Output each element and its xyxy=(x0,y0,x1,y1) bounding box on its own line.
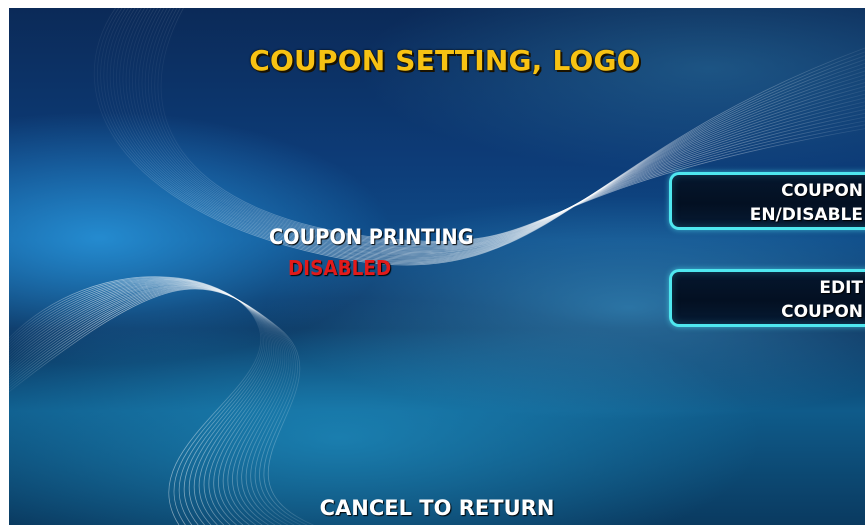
coupon-printing-label: COUPON PRINTING xyxy=(269,225,474,249)
wave-line xyxy=(9,279,269,525)
cancel-to-return-button[interactable]: CANCEL TO RETURN xyxy=(9,496,865,520)
wave-line xyxy=(9,276,262,525)
edit-coupon-label: EDIT COUPON xyxy=(673,276,863,324)
wave-line xyxy=(9,281,274,525)
edit-coupon-button[interactable]: EDIT COUPON xyxy=(669,269,865,327)
wave-line xyxy=(9,280,273,525)
wave-line xyxy=(9,286,290,525)
wave-line xyxy=(9,277,263,525)
edit-coupon-line2: COUPON xyxy=(781,302,863,322)
coupon-enable-disable-line2: EN/DISABLE xyxy=(749,205,863,225)
coupon-printing-status: DISABLED xyxy=(288,256,392,280)
page-title: COUPON SETTING, LOGO xyxy=(249,44,641,77)
coupon-enable-disable-button[interactable]: COUPON EN/DISABLE xyxy=(669,172,865,230)
wave-line xyxy=(9,278,266,525)
edit-coupon-line1: EDIT xyxy=(819,278,863,298)
coupon-enable-disable-line1: COUPON xyxy=(781,181,863,201)
wave-line xyxy=(9,284,282,525)
atm-screen: COUPON SETTING, LOGO COUPON PRINTING DIS… xyxy=(9,8,865,525)
wave-line xyxy=(9,285,286,525)
background-wave-decoration xyxy=(9,8,865,525)
coupon-enable-disable-label: COUPON EN/DISABLE xyxy=(673,179,863,227)
